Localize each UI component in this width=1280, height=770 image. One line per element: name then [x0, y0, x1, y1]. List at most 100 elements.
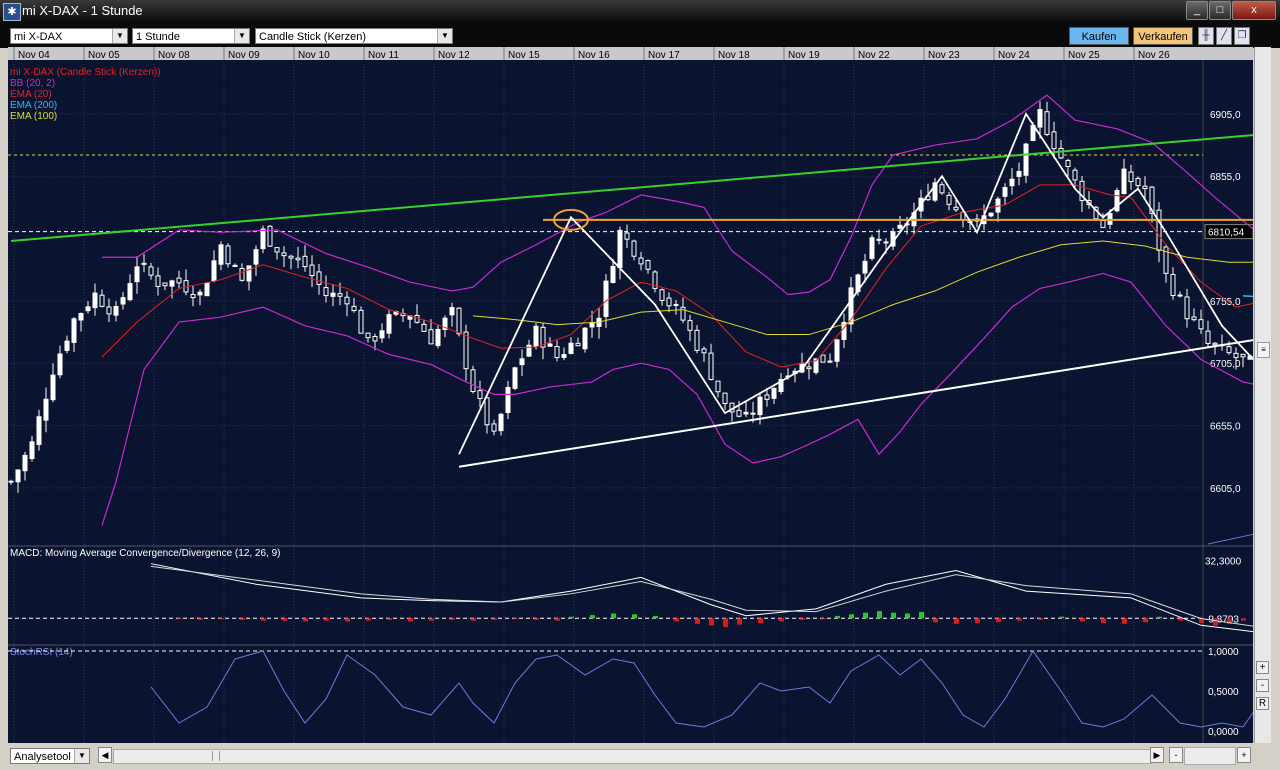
candle-body	[848, 287, 854, 325]
macd-histogram-bar	[779, 618, 784, 622]
candle-body	[1240, 353, 1246, 358]
candle-body	[1002, 187, 1008, 197]
chart-style-select[interactable]: Candle Stick (Kerzen) ▼	[255, 28, 453, 44]
candle-body	[1128, 171, 1134, 183]
candle-body	[1065, 159, 1071, 167]
candle-body	[197, 291, 203, 296]
candle-body	[316, 271, 322, 285]
candle-body	[722, 392, 728, 404]
close-button[interactable]: x	[1232, 1, 1276, 20]
buy-button[interactable]: Kaufen	[1069, 27, 1129, 45]
candle-body	[575, 342, 581, 347]
candle-body	[15, 469, 21, 483]
chevron-down-icon[interactable]: ▼	[112, 29, 127, 43]
window-restore-icon[interactable]: ❐	[1234, 27, 1250, 45]
candle-body	[869, 237, 875, 259]
candle-body	[554, 346, 560, 359]
candle-body	[162, 282, 168, 287]
candle-body	[113, 306, 119, 316]
candle-body	[533, 325, 539, 347]
candle-body	[883, 241, 889, 244]
zoom-out-button[interactable]: -	[1256, 679, 1269, 692]
reset-button[interactable]: R	[1256, 697, 1269, 710]
macd-histogram-bar	[919, 611, 924, 619]
candle-body	[491, 423, 497, 432]
date-tick-label: Nov 18	[718, 50, 750, 61]
candle-body	[134, 266, 140, 283]
horizontal-scrollbar[interactable]	[113, 749, 1152, 764]
candle-body	[50, 374, 56, 401]
scroll-thumb[interactable]: ≡	[1257, 342, 1270, 358]
candle-body	[477, 390, 483, 399]
scroll-right-icon[interactable]: ▶	[1150, 747, 1164, 763]
scroll-left-icon[interactable]: ◀	[98, 747, 112, 763]
chevron-down-icon[interactable]: ▼	[437, 29, 452, 43]
chevron-down-icon[interactable]: ▼	[74, 749, 89, 763]
candle-body	[1100, 219, 1106, 229]
chart-area[interactable]: Nov 04 Nov 05 Nov 08 Nov 09 Nov 10 Nov 11 Nov …	[8, 47, 1280, 743]
drawing-tools-icon[interactable]: ╫	[1198, 27, 1214, 45]
macd-histogram-bar	[1122, 618, 1127, 624]
analysis-tool-select[interactable]: Analysetool ▼	[10, 748, 90, 764]
candle-body	[484, 397, 490, 426]
macd-histogram-bar	[611, 613, 616, 619]
candle-body	[827, 360, 833, 363]
macd-histogram-bar	[709, 618, 714, 626]
date-tick-label: Nov 17	[648, 50, 680, 61]
zoom-out-time-button[interactable]: -	[1169, 747, 1183, 763]
zoom-in-time-button[interactable]: +	[1237, 747, 1251, 763]
macd-histogram-bar	[996, 618, 1001, 623]
zoom-in-button[interactable]: +	[1256, 661, 1269, 674]
candle-body	[1037, 109, 1043, 128]
price-tick-label: 6905,0	[1210, 110, 1241, 121]
minimize-button[interactable]: _	[1186, 1, 1208, 20]
price-tick-label: 6655,0	[1210, 422, 1241, 433]
candle-body	[988, 212, 994, 217]
macd-tick-label: 32,3000	[1205, 557, 1242, 568]
sell-button[interactable]: Verkaufen	[1133, 27, 1193, 45]
macd-histogram-bar	[471, 618, 476, 621]
macd-histogram-bar	[219, 618, 224, 620]
macd-histogram-bar	[1143, 618, 1148, 623]
candle-body	[281, 252, 287, 257]
candle-body	[1184, 296, 1190, 320]
macd-title: MACD: Moving Average Convergence/Diverge…	[10, 548, 281, 559]
macd-histogram-bar	[282, 618, 287, 621]
chart-svg[interactable]: Nov 04 Nov 05 Nov 08 Nov 09 Nov 10 Nov 11 Nov …	[8, 47, 1280, 743]
date-tick-label: Nov 10	[298, 50, 330, 61]
analysis-tool-value: Analysetool	[14, 751, 71, 763]
candle-body	[953, 206, 959, 211]
instrument-select[interactable]: mi X-DAX ▼	[10, 28, 128, 44]
vertical-scrollbar[interactable]: ≡	[1254, 47, 1271, 743]
candle-body	[659, 289, 665, 301]
candle-body	[323, 287, 329, 297]
candle-body	[295, 257, 301, 261]
macd-histogram-bar	[1178, 618, 1183, 621]
scroll-grip[interactable]	[212, 751, 220, 761]
macd-histogram-bar	[1080, 618, 1085, 622]
line-tool-icon[interactable]: ╱	[1216, 27, 1232, 45]
candle-body	[421, 323, 427, 332]
candle-body	[715, 380, 721, 393]
candle-body	[274, 247, 280, 253]
candle-body	[701, 348, 707, 354]
macd-histogram-bar	[303, 618, 308, 622]
maximize-button[interactable]: □	[1209, 1, 1231, 20]
candle-body	[449, 307, 455, 316]
date-tick-label: Nov 23	[928, 50, 960, 61]
macd-histogram-bar	[177, 618, 182, 620]
date-tick-label: Nov 09	[228, 50, 260, 61]
price-tick-label: 6605,0	[1210, 484, 1241, 495]
chevron-down-icon[interactable]: ▼	[234, 29, 249, 43]
candle-body	[771, 387, 777, 399]
macd-histogram-bar	[954, 618, 959, 624]
candle-body	[764, 394, 770, 400]
macd-histogram-bar	[324, 618, 329, 621]
interval-select[interactable]: 1 Stunde ▼	[132, 28, 250, 44]
macd-histogram-bar	[387, 618, 392, 620]
macd-histogram-bar	[653, 615, 658, 619]
candle-body	[519, 358, 525, 366]
zoom-slider[interactable]	[1184, 747, 1236, 765]
candle-body	[1142, 185, 1148, 190]
price-tick-label: 6755,0	[1210, 297, 1241, 308]
